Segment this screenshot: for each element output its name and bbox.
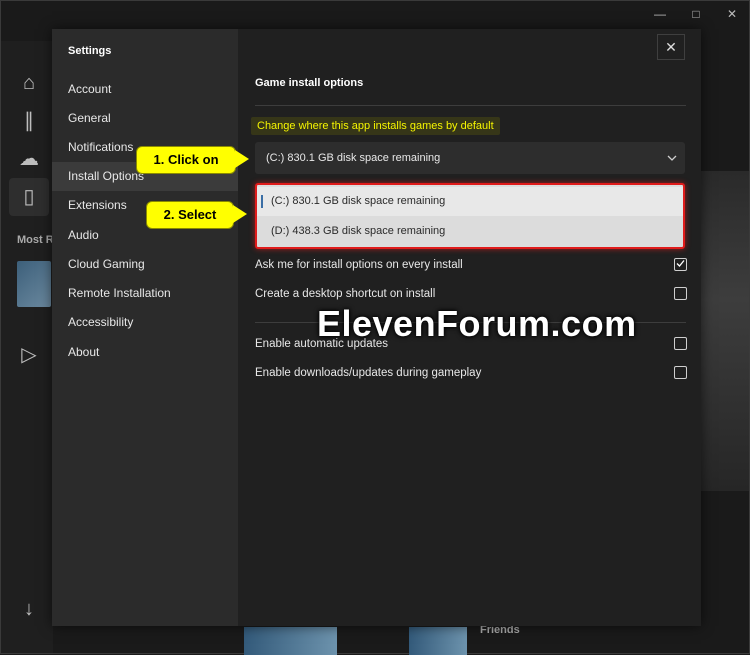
dropdown-option-c[interactable]: (C:) 830.1 GB disk space remaining [257, 187, 683, 216]
checkbox-row-install-options[interactable]: Ask me for install options on every inst… [255, 255, 687, 275]
checkbox[interactable] [674, 287, 687, 300]
window-controls: — □ ✕ [653, 7, 739, 21]
dropdown-option-d[interactable]: (D:) 438.3 GB disk space remaining [257, 217, 683, 246]
checkmark-icon[interactable] [674, 258, 687, 271]
nav-cloud-gaming[interactable]: Cloud Gaming [52, 250, 238, 279]
selected-marker [261, 195, 263, 208]
close-window-button[interactable]: ✕ [725, 7, 739, 21]
store-icon[interactable]: ▯ [17, 185, 41, 209]
play-icon[interactable]: ▷ [17, 343, 41, 367]
drive-dropdown-list: (C:) 830.1 GB disk space remaining (D:) … [255, 183, 685, 249]
step2-callout-arrow [233, 205, 247, 223]
checkbox-label: Enable downloads/updates during gameplay [255, 367, 482, 379]
checkbox[interactable] [674, 366, 687, 379]
settings-sidebar: Settings Account General Notifications I… [52, 29, 238, 626]
bottom-thumbnail-2[interactable] [409, 627, 467, 655]
nav-accessibility[interactable]: Accessibility [52, 308, 238, 337]
checkbox-label: Create a desktop shortcut on install [255, 288, 436, 300]
option-label: (D:) 438.3 GB disk space remaining [271, 225, 446, 237]
nav-account[interactable]: Account [52, 75, 238, 104]
divider [255, 105, 686, 106]
recent-game-thumbnail[interactable] [17, 261, 51, 307]
close-dialog-button[interactable]: ✕ [657, 34, 685, 60]
background-game-art [701, 171, 749, 491]
nav-general[interactable]: General [52, 104, 238, 133]
minimize-button[interactable]: — [653, 7, 667, 21]
download-icon[interactable]: ↓ [17, 597, 41, 621]
step1-callout: 1. Click on [136, 146, 236, 174]
watermark: ElevenForum.com [317, 303, 637, 344]
cloud-icon[interactable]: ☁ [17, 147, 41, 171]
left-rail: ⌂ ∥ ☁ ▯ ▷ ↓ [1, 41, 53, 653]
install-location-hint: Change where this app installs games by … [251, 117, 500, 135]
bottom-thumbnail-1[interactable] [244, 627, 337, 655]
nav-remote-installation[interactable]: Remote Installation [52, 279, 238, 308]
step2-callout-text: 2. Select [163, 207, 217, 222]
home-icon[interactable]: ⌂ [17, 71, 41, 95]
step1-callout-arrow [235, 150, 249, 168]
most-recent-label: Most R [17, 234, 54, 246]
checkbox-row-desktop-shortcut[interactable]: Create a desktop shortcut on install [255, 284, 687, 304]
checkbox[interactable] [674, 337, 687, 350]
chevron-down-icon [667, 142, 677, 174]
checkbox-row-gameplay-downloads[interactable]: Enable downloads/updates during gameplay [255, 363, 687, 383]
option-label: (C:) 830.1 GB disk space remaining [271, 195, 446, 207]
checkbox-label: Ask me for install options on every inst… [255, 259, 463, 271]
step1-callout-text: 1. Click on [153, 152, 219, 167]
nav-about[interactable]: About [52, 338, 238, 367]
maximize-button[interactable]: □ [689, 7, 703, 21]
section-title: Game install options [255, 77, 364, 89]
step2-callout: 2. Select [146, 201, 234, 229]
install-drive-select[interactable]: (C:) 830.1 GB disk space remaining [255, 142, 685, 174]
library-icon[interactable]: ∥ [17, 109, 41, 133]
select-value: (C:) 830.1 GB disk space remaining [266, 152, 441, 164]
settings-title: Settings [68, 45, 112, 57]
